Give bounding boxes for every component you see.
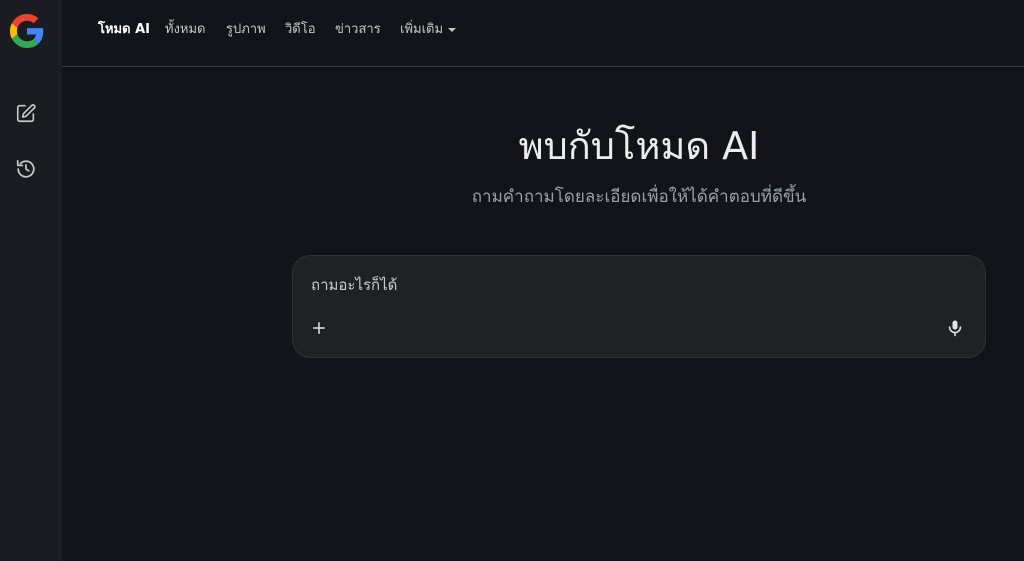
- tab-more[interactable]: เพิ่มเติม: [400, 21, 457, 39]
- google-logo[interactable]: [10, 14, 44, 48]
- tab-news[interactable]: ข่าวสาร: [335, 21, 381, 39]
- ai-search-box: [292, 255, 986, 358]
- history-icon: [16, 159, 35, 178]
- tab-all[interactable]: ทั้งหมด: [165, 21, 206, 39]
- chevron-down-icon: [448, 27, 457, 32]
- new-chat-button[interactable]: [12, 99, 40, 127]
- tab-more-label: เพิ่มเติม: [400, 22, 444, 37]
- tab-images[interactable]: รูปภาพ: [226, 21, 266, 39]
- page-subtitle: ถามคำถามโดยละเอียดเพื่อให้ได้คำตอบที่ดีข…: [471, 187, 807, 207]
- search-input[interactable]: [311, 272, 911, 298]
- top-navigation: โหมด AI ทั้งหมด รูปภาพ วิดีโอ ข่าวสาร เพ…: [62, 0, 1024, 67]
- plus-icon: [313, 322, 325, 334]
- page-title: พบกับโหมด AI: [518, 124, 760, 168]
- tab-videos[interactable]: วิดีโอ: [285, 21, 316, 39]
- voice-search-button[interactable]: [943, 316, 967, 340]
- sidebar: [0, 0, 62, 561]
- new-chat-edit-icon: [16, 104, 36, 123]
- tab-ai-mode[interactable]: โหมด AI: [98, 21, 150, 39]
- microphone-icon: [948, 320, 962, 337]
- history-button[interactable]: [12, 155, 40, 183]
- add-attachment-button[interactable]: [307, 316, 331, 340]
